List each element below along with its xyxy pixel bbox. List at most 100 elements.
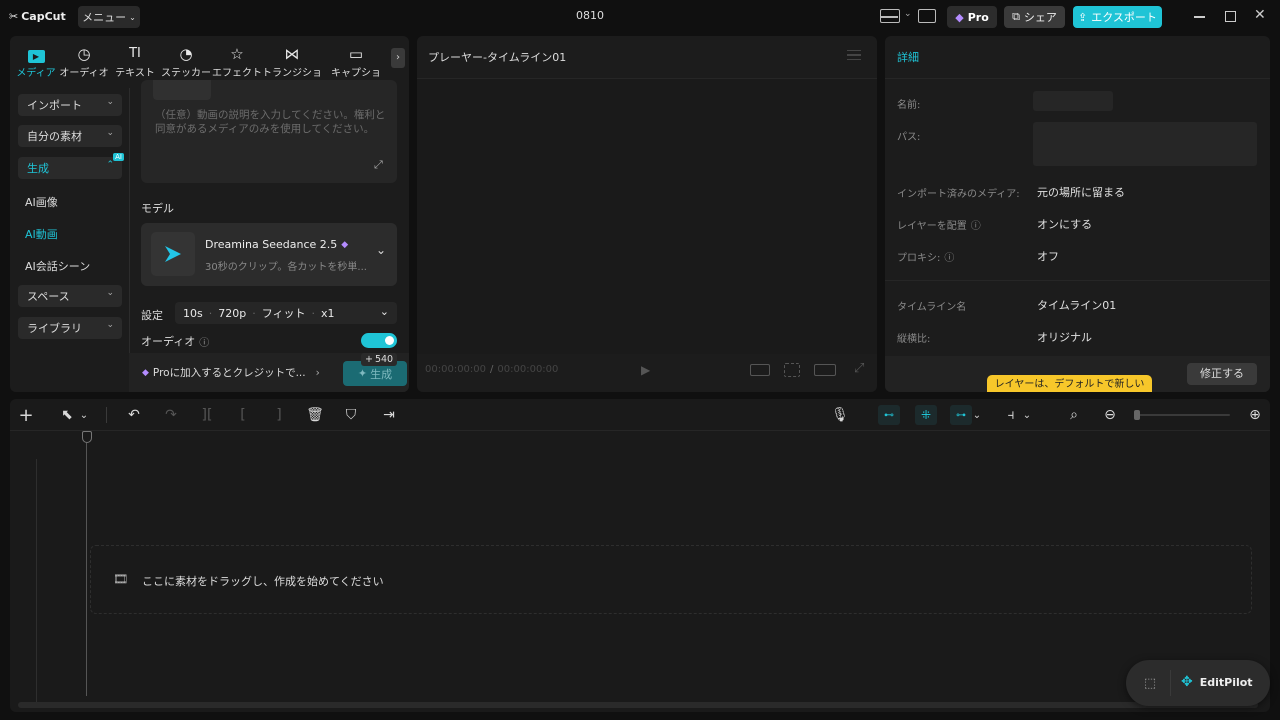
info-icon[interactable]: ⓘ (199, 334, 209, 349)
model-selector[interactable]: Dreamina Seedance 2.5 ◆ 30秒のクリップ。各カットを秒単… (141, 223, 397, 286)
layout-chevron-down-icon[interactable]: ⌄ (904, 9, 912, 19)
microphone-icon[interactable]: 🎙 (829, 405, 851, 425)
player-menu-icon[interactable] (847, 50, 861, 60)
audio-toggle[interactable] (361, 333, 397, 348)
menu-button[interactable]: メニュー ⌄ (78, 6, 140, 28)
layout-icon[interactable] (880, 9, 900, 23)
playhead-line[interactable] (86, 443, 87, 696)
help-icon[interactable]: ⓘ (944, 249, 954, 264)
expand-icon[interactable]: ⤢ (374, 158, 383, 172)
trim-right-icon[interactable]: ] (268, 405, 290, 425)
tab-media[interactable]: ▶ メディア (10, 44, 62, 79)
quality-icon[interactable] (814, 364, 836, 376)
zoom-slider-handle[interactable] (1134, 410, 1140, 420)
share-label: シェア (1023, 11, 1057, 24)
chevron-down-icon: ⌄ (129, 12, 136, 22)
editpilot-label: EditPilot (1199, 675, 1253, 689)
undo-icon[interactable]: ↶ (123, 405, 145, 425)
sidebar-item-import[interactable]: インポート ⌄ (18, 94, 122, 116)
preview-axis-icon[interactable]: ⫞ (1000, 405, 1022, 425)
help-icon[interactable]: ⓘ (971, 217, 981, 232)
layer-setting: レイヤーを配置 ⓘ (897, 217, 981, 232)
snap-icon[interactable]: ⁜ (915, 405, 937, 425)
plus-icon: + (365, 354, 373, 365)
pro-promo-text: Proに加入するとクレジットで... (152, 367, 306, 379)
sidebar-item-library[interactable]: ライブラリ ⌄ (18, 317, 122, 339)
editpilot-button[interactable]: ✥ EditPilot (1181, 674, 1253, 690)
details-panel: 詳細 名前: パス: インポート済みのメディア: 元の場所に留まる レイヤーを配… (885, 36, 1270, 392)
share-button[interactable]: ⧉ シェア (1004, 6, 1065, 28)
sidebar-item-my-assets[interactable]: 自分の素材 ⌄ (18, 125, 122, 147)
cursor-select-icon[interactable]: ⬉ (56, 405, 78, 425)
chevron-down-icon: ⌄ (379, 305, 389, 318)
app-logo-text: CapCut (21, 10, 66, 23)
name-field[interactable] (1033, 91, 1113, 111)
tabs-scroll-right-icon[interactable]: › (391, 48, 405, 68)
sidebar-item-ai-video[interactable]: AI動画 (25, 226, 58, 242)
trim-left-icon[interactable]: [ (232, 405, 254, 425)
audio-setting: オーディオ ⓘ (141, 333, 209, 349)
editpilot-divider (1170, 670, 1171, 696)
pro-promo-link[interactable]: ◆ Proに加入するとクレジットで... › (142, 365, 320, 380)
setting-separator: · (208, 306, 213, 320)
play-icon[interactable]: ▶ (641, 363, 650, 377)
reference-image-slot[interactable] (153, 80, 211, 100)
select-chevron-down-icon[interactable]: ⌄ (78, 405, 90, 425)
sidebar-item-generate[interactable]: 生成 ⌃ AI (18, 153, 124, 179)
zoom-slider[interactable] (1134, 410, 1230, 420)
chevron-down-icon: ⌄ (106, 97, 114, 107)
add-track-icon[interactable]: + (15, 405, 37, 426)
credit-count: 540 (374, 354, 394, 365)
magnet-link-icon[interactable]: ⊷ (878, 405, 900, 425)
tab-text[interactable]: TI テキスト (109, 44, 161, 79)
aspect-value[interactable]: オリジナル (1037, 329, 1092, 345)
zoom-in-icon[interactable]: ⊕ (1244, 405, 1266, 425)
crop-icon[interactable] (784, 363, 800, 377)
maximize-icon[interactable] (1225, 11, 1236, 22)
prompt-textarea[interactable]: （任意）動画の説明を入力してください。権利と同意があるメディアのみを使用してくだ… (141, 80, 397, 183)
name-label: 名前: (897, 100, 921, 111)
delete-icon[interactable]: 🗑 (304, 405, 326, 425)
sidebar-item-ai-image[interactable]: AI画像 (25, 194, 58, 210)
media-icon: ▶ (10, 44, 62, 64)
path-field[interactable] (1033, 122, 1257, 166)
minimize-icon[interactable] (1194, 16, 1205, 18)
proxy-value[interactable]: オフ (1037, 248, 1059, 264)
playhead-handle[interactable] (82, 431, 92, 443)
editpilot-mode-icon[interactable]: ⬚ (1136, 672, 1164, 694)
media-panel: ▶ メディア ◷ オーディオ TI テキスト ◔ ステッカー ☆ エフェクト ⋈… (10, 36, 409, 392)
link-icon[interactable]: ⊶ (950, 405, 972, 425)
model-thumbnail (151, 232, 195, 276)
imported-media-value[interactable]: 元の場所に留まる (1037, 184, 1125, 200)
player-panel: プレーヤー-タイムライン01 00:00:00:00 / 00:00:00:00… (417, 36, 877, 392)
keyboard-icon[interactable] (918, 9, 936, 23)
insert-icon[interactable]: ⇥ (378, 405, 400, 425)
sidebar-item-ai-dialogue[interactable]: AI会話シーン (25, 258, 90, 274)
zoom-out-icon[interactable]: ⊖ (1099, 405, 1121, 425)
timeline-scrollbar[interactable] (18, 702, 1258, 708)
layer-value[interactable]: オンにする (1037, 216, 1092, 232)
timeline-name-label: タイムライン名 (897, 302, 967, 313)
drop-zone[interactable]: 🎞 ここに素材をドラッグし、作成を始めてください (90, 545, 1252, 614)
split-icon[interactable]: ][ (196, 405, 218, 425)
tab-effect[interactable]: ☆ エフェクト (211, 44, 263, 79)
marker-icon[interactable]: ⛉ (340, 405, 362, 425)
aspect-ratio-icon[interactable] (750, 364, 770, 376)
tab-sticker[interactable]: ◔ ステッカー (160, 44, 212, 79)
details-section-divider (885, 280, 1270, 281)
pro-button[interactable]: ◆ Pro (947, 6, 997, 28)
fullscreen-icon[interactable]: ⤢ (854, 361, 864, 376)
sidebar-item-space[interactable]: スペース ⌄ (18, 285, 122, 307)
timeline-name-value[interactable]: タイムライン01 (1037, 297, 1116, 313)
video-canvas[interactable] (417, 79, 877, 354)
close-icon[interactable]: ✕ (1254, 7, 1266, 23)
tab-audio[interactable]: ◷ オーディオ (58, 44, 110, 79)
settings-selector[interactable]: 10s · 720p · フィット · x1 ⌄ (175, 302, 397, 324)
link-chevron-down-icon[interactable]: ⌄ (971, 405, 983, 425)
chevron-down-icon: ⌄ (106, 288, 114, 298)
export-button[interactable]: ⇪ エクスポート (1073, 6, 1162, 28)
edit-button[interactable]: 修正する (1187, 363, 1257, 385)
preview-chevron-down-icon[interactable]: ⌄ (1021, 405, 1033, 425)
zoom-fit-icon[interactable]: ⌕ (1063, 405, 1085, 425)
redo-icon[interactable]: ↷ (160, 405, 182, 425)
